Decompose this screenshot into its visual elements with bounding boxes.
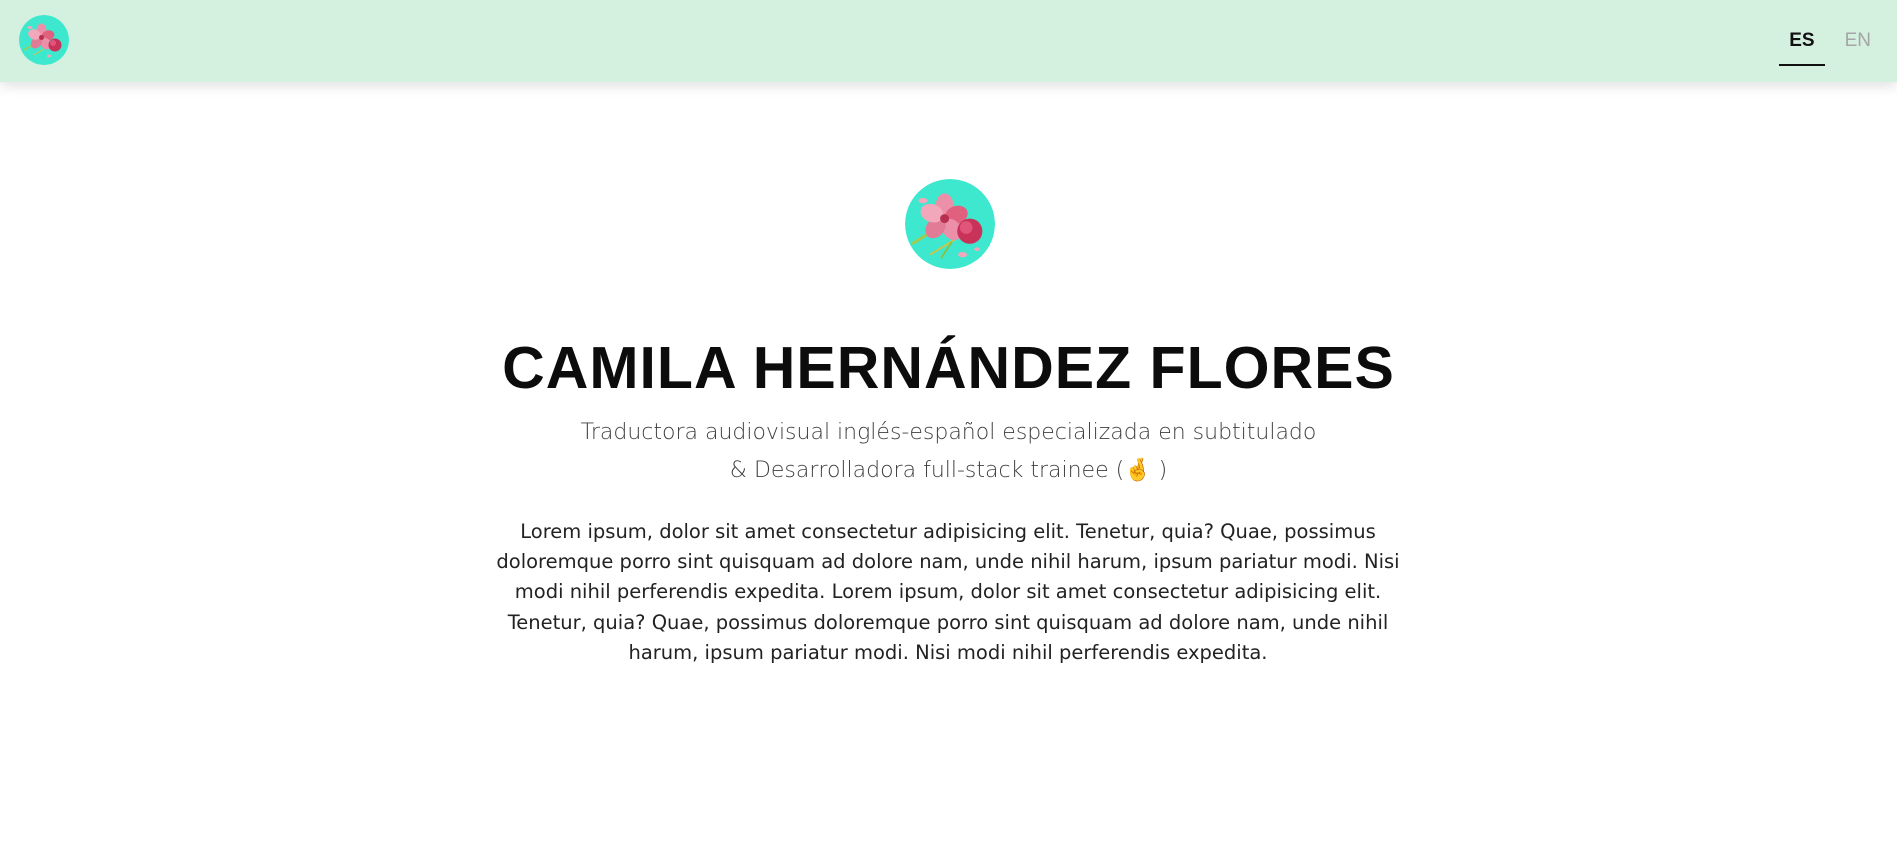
language-switcher: ES EN [1779, 0, 1897, 82]
language-es-button[interactable]: ES [1779, 0, 1825, 82]
subtitle-line-2-text: & Desarrolladora full-stack trainee ( [729, 458, 1125, 483]
page-title: CAMILA HERNÁNDEZ FLORES [502, 335, 1395, 401]
crossed-fingers-icon: 🤞 [1124, 458, 1152, 483]
top-navbar: ES EN [0, 0, 1897, 82]
flower-avatar-icon [905, 179, 995, 269]
subtitle-line-2: & Desarrolladora full-stack trainee (🤞 ) [0, 452, 1897, 490]
subtitle-line-1: Traductora audiovisual inglés-español es… [580, 420, 1317, 445]
flower-avatar-icon[interactable] [19, 15, 69, 65]
subtitle-line-2-close: ) [1158, 458, 1168, 483]
hero-subtitle: Traductora audiovisual inglés-español es… [0, 414, 1897, 490]
bio-paragraph: Lorem ipsum, dolor sit amet consectetur … [496, 520, 1400, 664]
language-en-button[interactable]: EN [1835, 0, 1881, 82]
